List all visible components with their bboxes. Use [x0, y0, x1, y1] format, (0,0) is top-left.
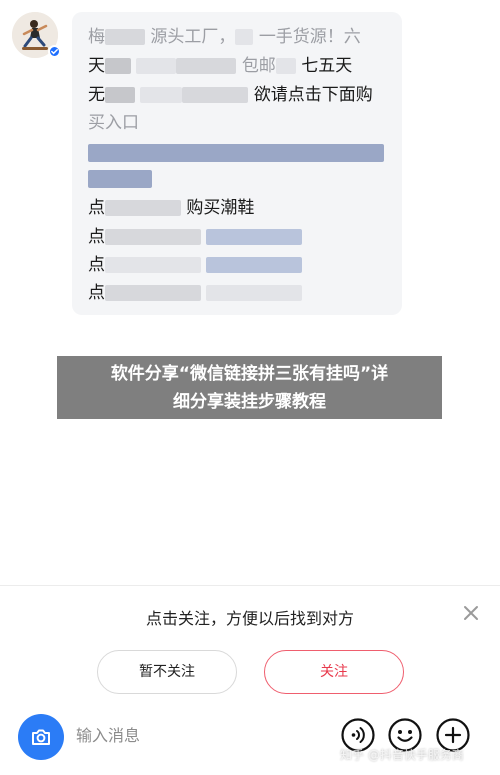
verified-badge-icon — [48, 45, 61, 58]
message-line-9: 点 — [88, 282, 303, 304]
chat-area: 梅 源头工厂， 一手货源！六 天 包邮 七五天 无 欲请点击下面购 买入口 点 … — [0, 0, 500, 585]
message-line-7: 点 — [88, 226, 303, 248]
message-link-blurred-2 — [88, 168, 152, 190]
message-line-8: 点 — [88, 254, 303, 276]
message-line-6: 点 购买潮鞋 — [88, 198, 255, 218]
watermark: 知乎 @抖音快手服务商 — [340, 748, 464, 762]
overlay-title-line-2: 细分享装挂步骤教程 — [173, 392, 326, 412]
message-bubble[interactable]: 梅 源头工厂， 一手货源！六 天 包邮 七五天 无 欲请点击下面购 买入口 点 … — [72, 12, 402, 315]
camera-icon[interactable] — [18, 714, 64, 760]
follow-prompt: 点击关注，方便以后找到对方 — [145, 609, 354, 628]
message-input[interactable]: 输入消息 — [76, 724, 276, 748]
message-line-2: 天 包邮 七五天 — [88, 56, 353, 76]
message-link-blurred-1 — [88, 142, 384, 164]
follow-button[interactable]: 关注 — [264, 650, 404, 694]
close-icon[interactable] — [460, 602, 482, 624]
overlay-title-line-1: 软件分享“微信链接拼三张有挂吗”详 — [110, 364, 389, 384]
unfollow-button[interactable]: 暂不关注 — [97, 650, 237, 694]
message-line-4: 买入口 — [88, 113, 139, 133]
message-line-1: 梅 源头工厂， 一手货源！六 — [88, 27, 361, 47]
title-overlay: 软件分享“微信链接拼三张有挂吗”详 细分享装挂步骤教程 — [57, 356, 442, 419]
message-line-3: 无 欲请点击下面购 — [88, 85, 373, 105]
